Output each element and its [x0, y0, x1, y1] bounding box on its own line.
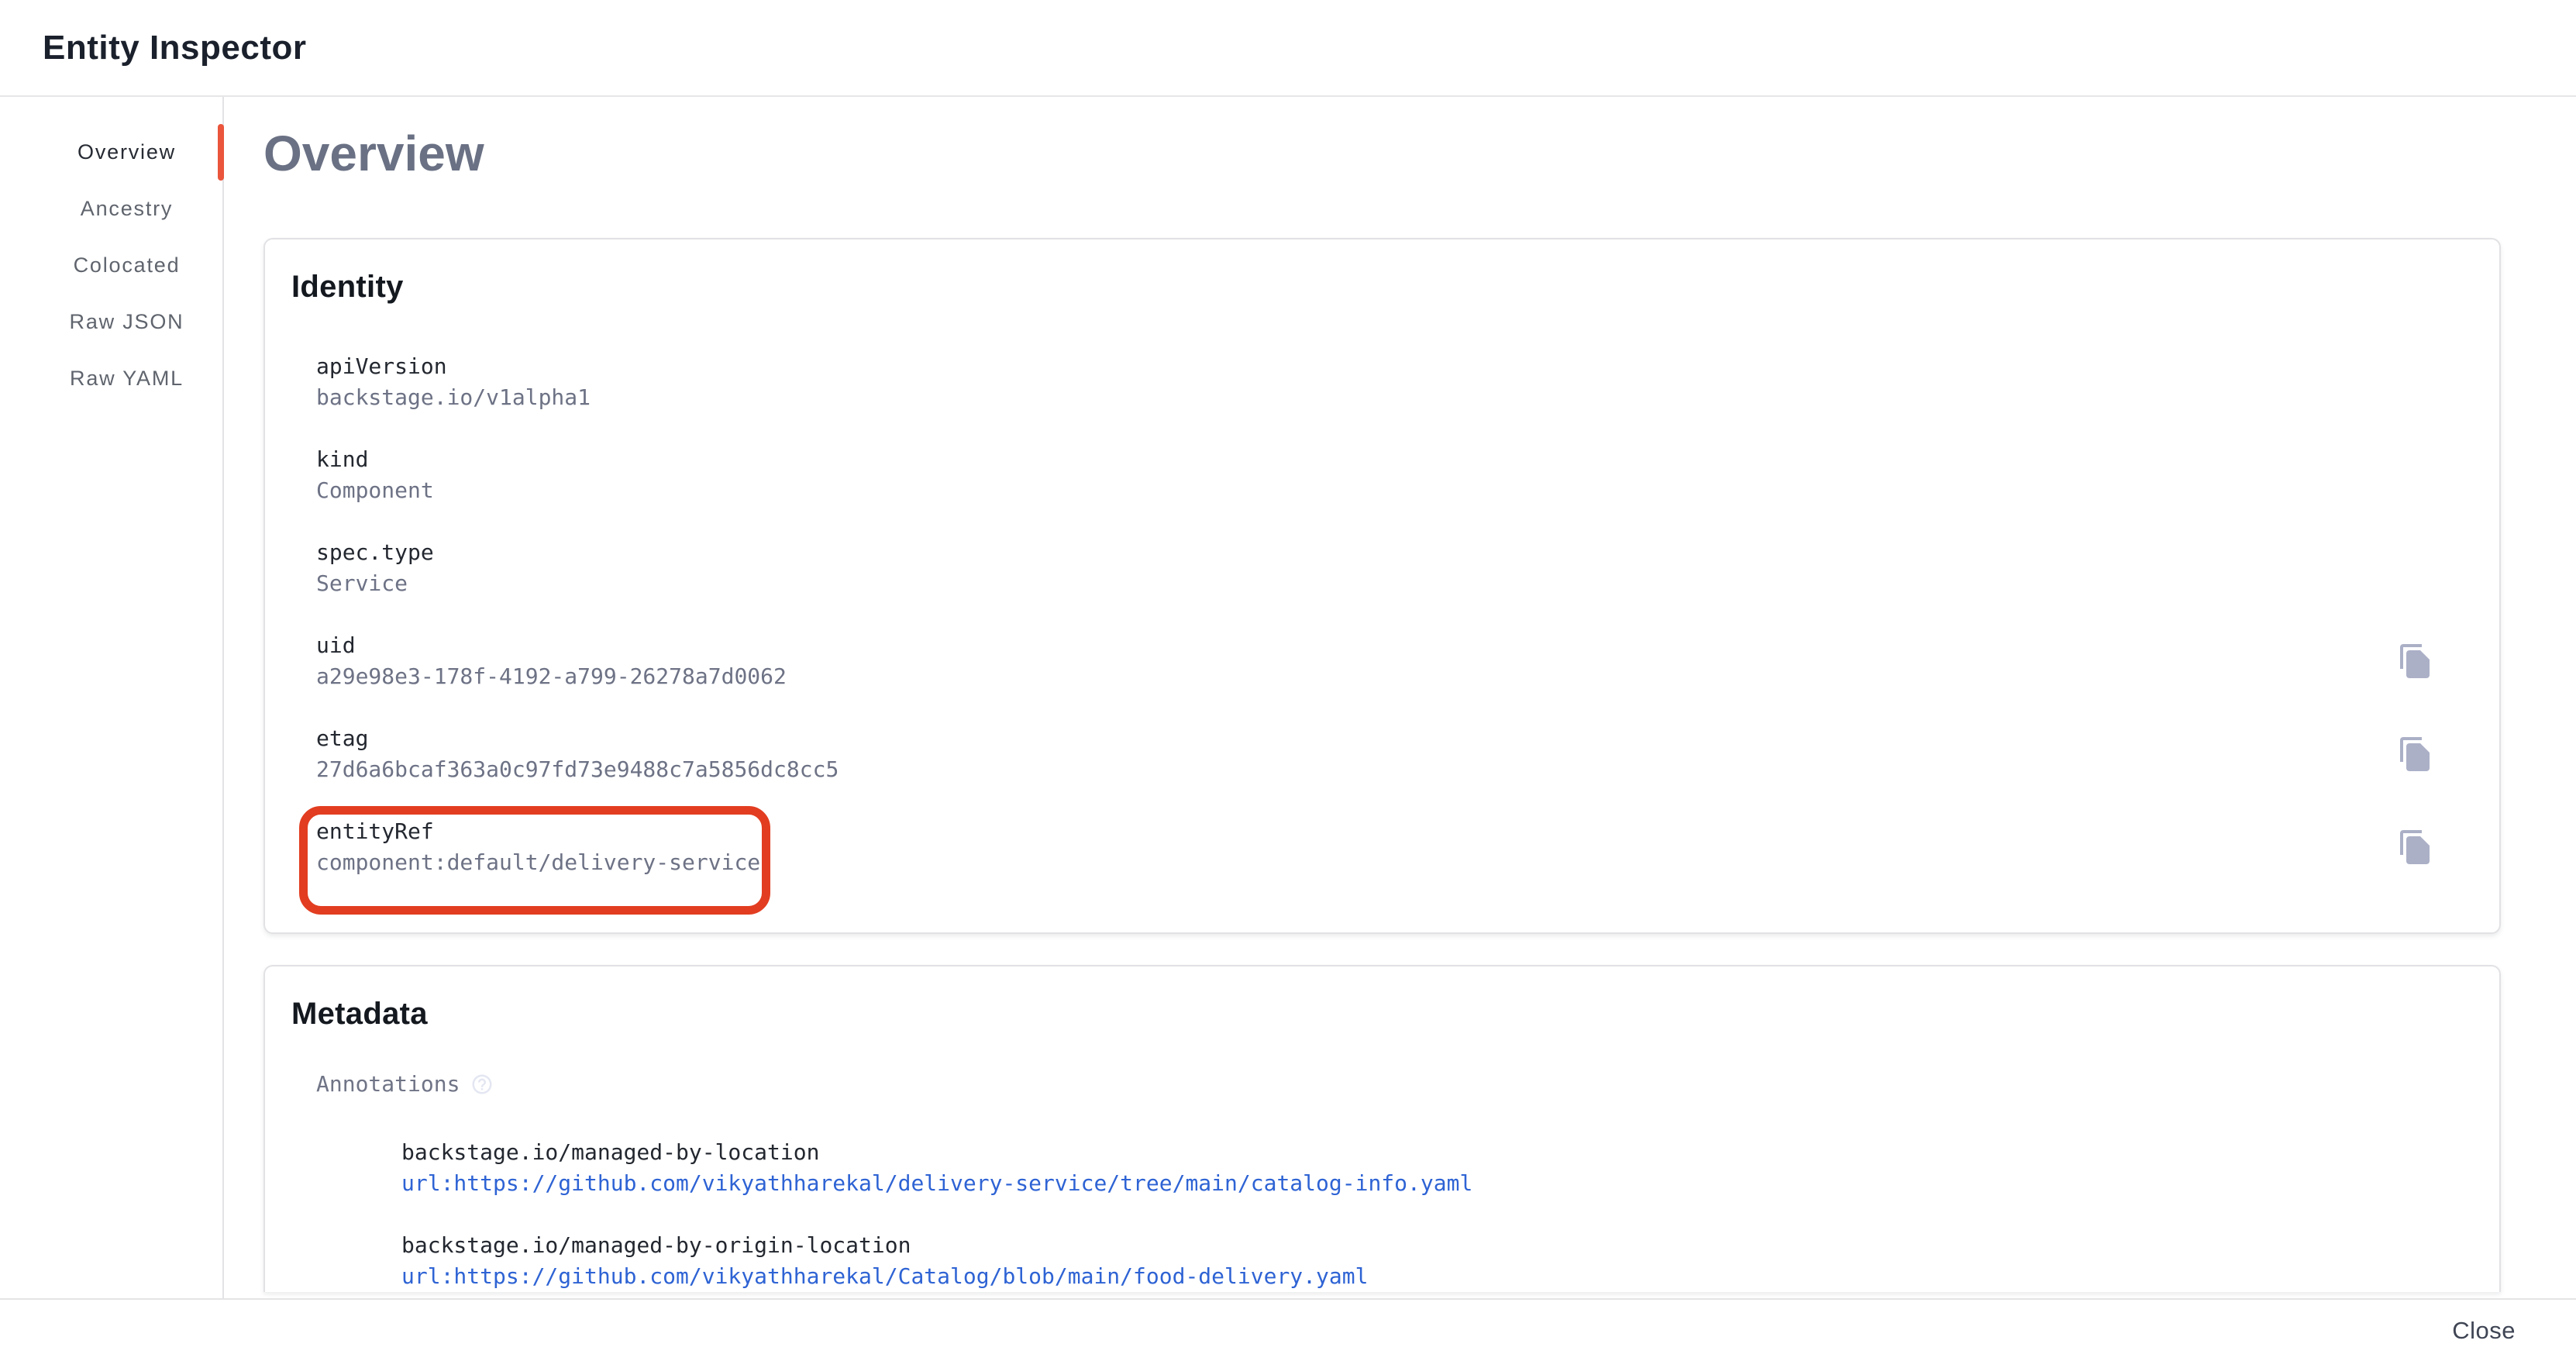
copy-uid-button[interactable]: [2397, 643, 2434, 680]
sidebar-nav: Overview Ancestry Colocated Raw JSON Raw…: [0, 97, 224, 1298]
sidebar-item-colocated[interactable]: Colocated: [0, 237, 222, 294]
sidebar-item-label: Overview: [77, 140, 176, 164]
annotation-value: url:https://github.com/vikyathharekal/Ca…: [401, 1261, 2473, 1292]
field-value: a29e98e3-178f-4192-a799-26278a7d0062: [316, 661, 787, 692]
field-row-kind: kind Component: [316, 444, 2473, 506]
metadata-card-title: Metadata: [291, 996, 2473, 1032]
field-value: backstage.io/v1alpha1: [316, 382, 591, 413]
sidebar-item-label: Raw JSON: [70, 310, 184, 334]
sidebar-item-raw-json[interactable]: Raw JSON: [0, 294, 222, 350]
annotation-key: backstage.io/managed-by-origin-location: [401, 1230, 2473, 1261]
field-row-spec-type: spec.type Service: [316, 537, 2473, 599]
field-value: Service: [316, 568, 434, 599]
copy-icon: [2397, 736, 2434, 773]
dialog-title: Entity Inspector: [43, 29, 307, 67]
field-value: 27d6a6bcaf363a0c97fd73e9488c7a5856dc8cc5: [316, 754, 839, 785]
field-label: uid: [316, 630, 787, 661]
dialog-footer: Close: [0, 1298, 2576, 1361]
annotations-label: Annotations: [316, 1069, 460, 1100]
field-label: etag: [316, 723, 839, 754]
entity-inspector-dialog: Entity Inspector Overview Ancestry Coloc…: [0, 0, 2576, 1361]
annotations-header: Annotations: [316, 1069, 2473, 1100]
sidebar-item-label: Raw YAML: [70, 367, 184, 391]
help-circle-icon[interactable]: [470, 1073, 494, 1096]
identity-fields: apiVersion backstage.io/v1alpha1 kind Co…: [316, 351, 2473, 878]
annotation-value: url:https://github.com/vikyathharekal/de…: [401, 1168, 2473, 1199]
copy-entityref-button[interactable]: [2397, 829, 2434, 866]
annotation-row: backstage.io/managed-by-location url:htt…: [401, 1137, 2473, 1199]
annotations-list: backstage.io/managed-by-location url:htt…: [401, 1137, 2473, 1292]
sidebar-item-ancestry[interactable]: Ancestry: [0, 181, 222, 237]
copy-icon: [2397, 829, 2434, 866]
field-label: apiVersion: [316, 351, 591, 382]
field-value: component:default/delivery-service: [316, 847, 760, 878]
active-tab-indicator: [218, 124, 224, 181]
sidebar-item-label: Colocated: [74, 253, 181, 277]
field-row-entityref: entityRef component:default/delivery-ser…: [316, 816, 2473, 878]
field-row-etag: etag 27d6a6bcaf363a0c97fd73e9488c7a5856d…: [316, 723, 2473, 785]
field-row-apiversion: apiVersion backstage.io/v1alpha1: [316, 351, 2473, 413]
copy-etag-button[interactable]: [2397, 736, 2434, 773]
field-value: Component: [316, 475, 434, 506]
page-title: Overview: [263, 125, 2501, 182]
sidebar-item-label: Ancestry: [81, 197, 173, 221]
identity-card: Identity apiVersion backstage.io/v1alpha…: [263, 238, 2501, 934]
dialog-body: Overview Ancestry Colocated Raw JSON Raw…: [0, 97, 2576, 1298]
field-label: kind: [316, 444, 434, 475]
annotation-row: backstage.io/managed-by-origin-location …: [401, 1230, 2473, 1292]
sidebar-item-raw-yaml[interactable]: Raw YAML: [0, 350, 222, 407]
annotation-link[interactable]: url:https://github.com/vikyathharekal/Ca…: [401, 1263, 1368, 1289]
annotation-key: backstage.io/managed-by-location: [401, 1137, 2473, 1168]
field-label: spec.type: [316, 537, 434, 568]
field-row-uid: uid a29e98e3-178f-4192-a799-26278a7d0062: [316, 630, 2473, 692]
sidebar-item-overview[interactable]: Overview: [0, 124, 222, 181]
copy-icon: [2397, 643, 2434, 680]
dialog-header: Entity Inspector: [0, 0, 2576, 97]
main-content: Overview Identity apiVersion backstage.i…: [224, 97, 2576, 1298]
metadata-card: Metadata Annotations backstage.io/manage…: [263, 965, 2501, 1292]
field-label: entityRef: [316, 816, 760, 847]
identity-card-title: Identity: [291, 269, 2473, 305]
annotation-link[interactable]: url:https://github.com/vikyathharekal/de…: [401, 1170, 1472, 1196]
close-button[interactable]: Close: [2438, 1309, 2530, 1352]
